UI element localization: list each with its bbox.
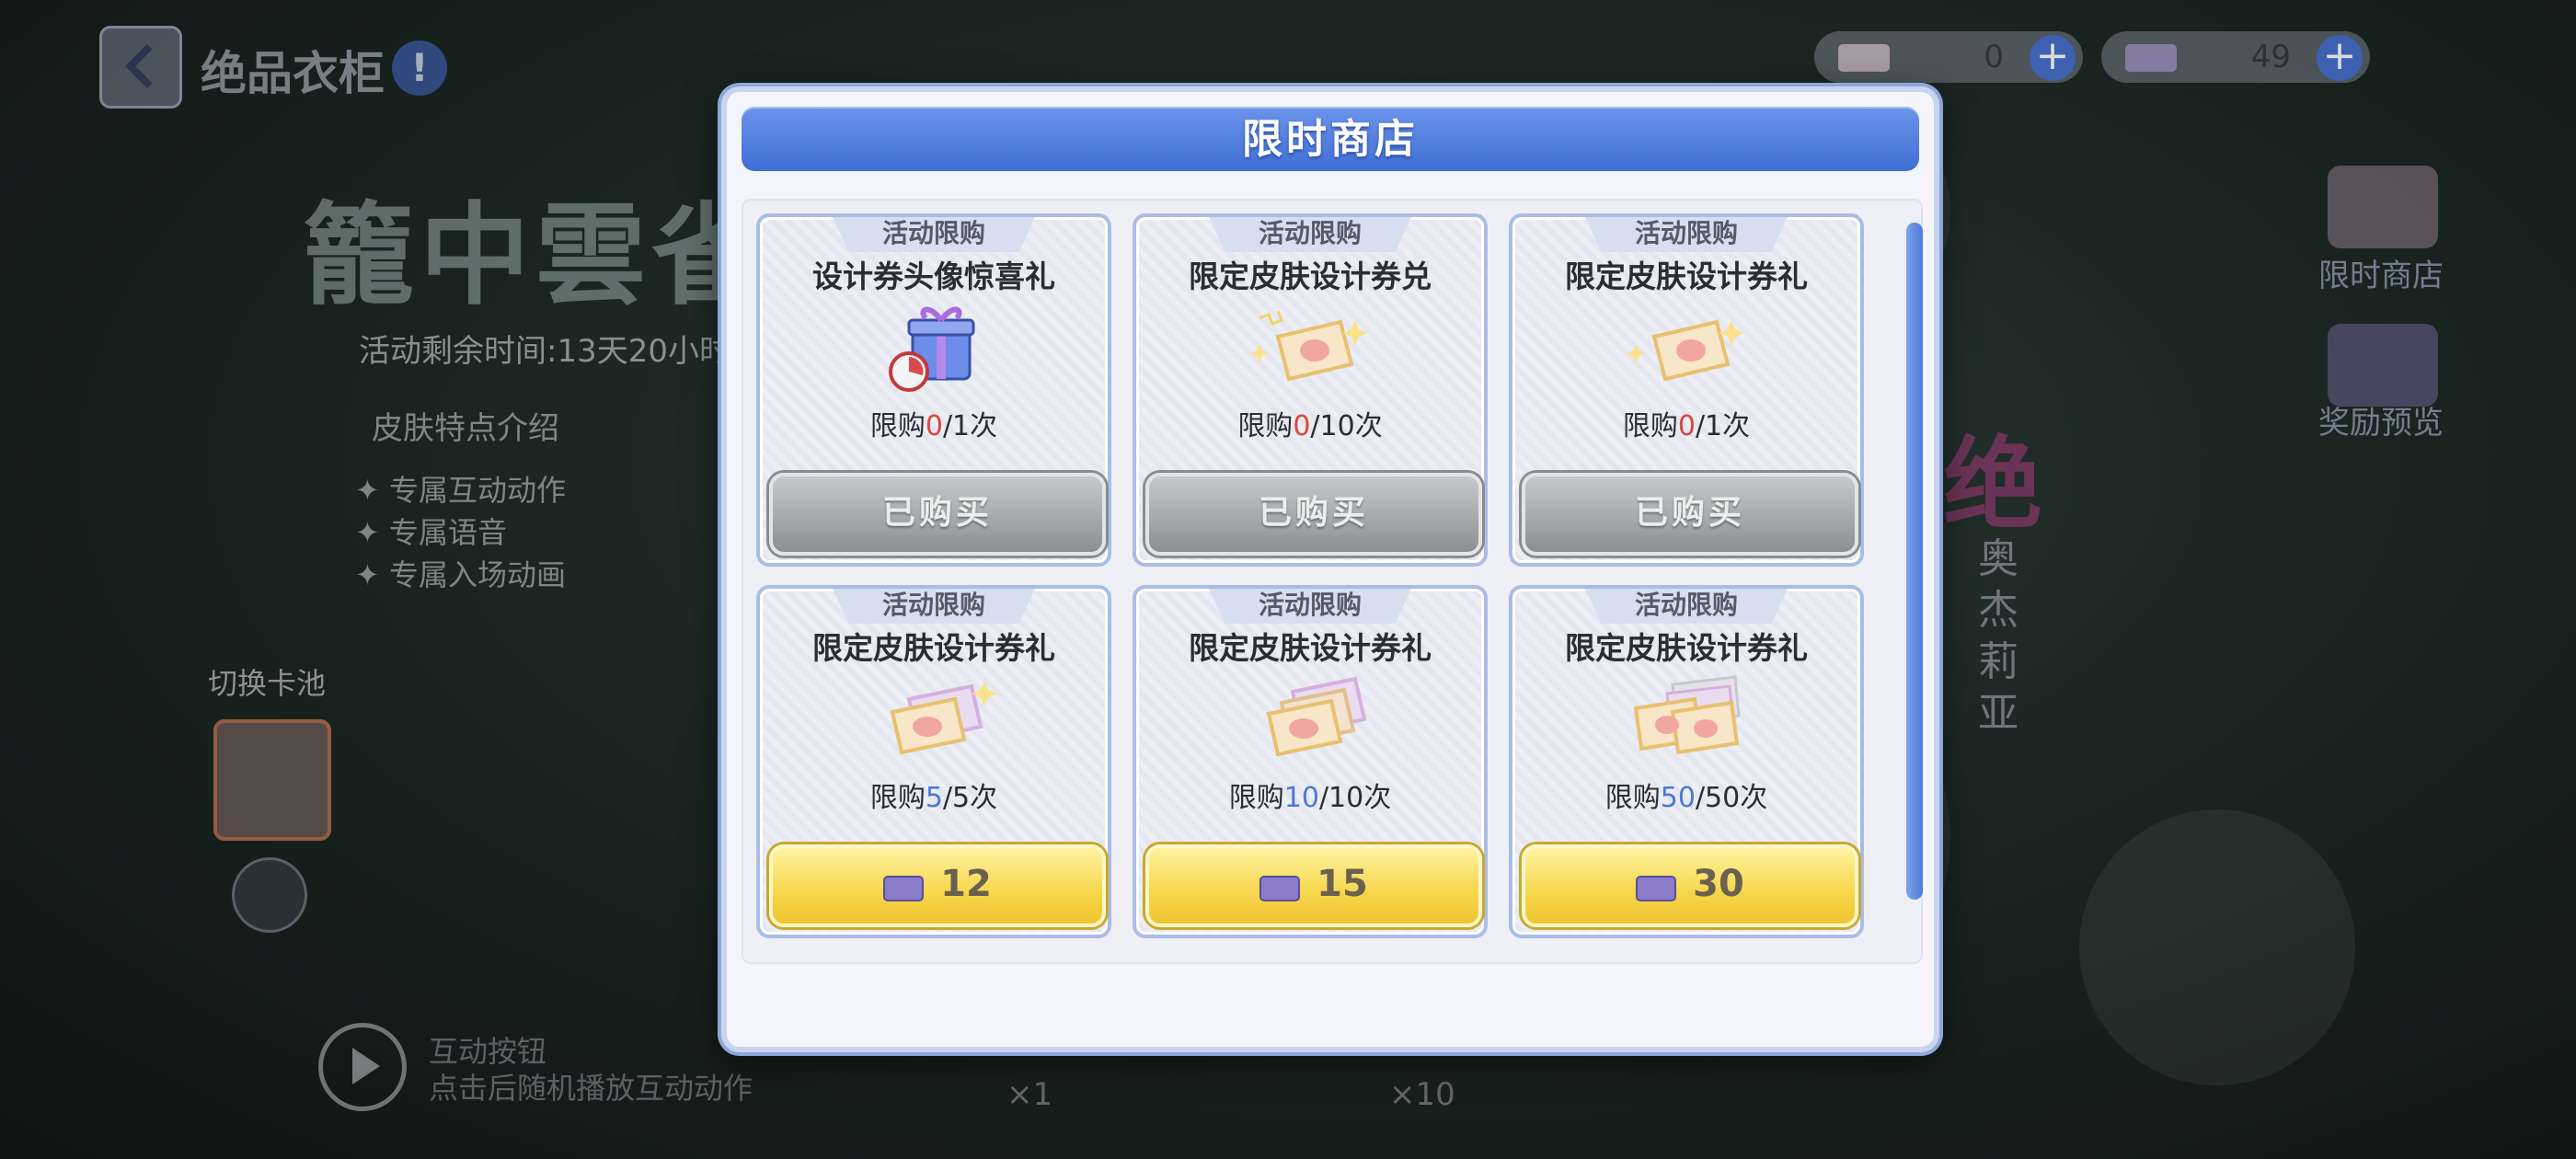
gift-box-icon	[889, 306, 975, 392]
emblem-text: 绝	[1943, 428, 2043, 543]
pool-card[interactable]	[213, 719, 331, 841]
shop-icon[interactable]	[2328, 166, 2438, 248]
purchase-limit: 限购50/50次	[1604, 782, 1768, 814]
shop-item-card: 活动限购 设计券头像惊喜礼 限购0/1次 已购买	[756, 213, 1111, 567]
switch-pool-label: 切换卡池	[208, 666, 327, 701]
ticket-icon	[883, 875, 925, 901]
feature-item: ✦ 专属互动动作	[355, 473, 566, 508]
bought-count: 0	[925, 410, 943, 442]
item-name: 限定皮肤设计券礼	[1189, 630, 1432, 666]
purchased-button: 已购买	[769, 473, 1106, 556]
add-currency-button[interactable]: +	[2030, 35, 2076, 81]
reward-preview-label[interactable]: 奖励预览	[2318, 397, 2444, 442]
limited-tag: 活动限购	[1585, 589, 1788, 624]
scrollbar-thumb[interactable]	[1906, 223, 1923, 900]
interact-hint: 点击后随机播放互动动作	[429, 1071, 753, 1106]
flower-decoration	[2079, 809, 2355, 1085]
bought-count: 0	[1293, 410, 1311, 442]
shop-label[interactable]: 限时商店	[2318, 250, 2444, 295]
draw-single-cost: ×1	[1006, 1076, 1053, 1113]
bought-count: 5	[925, 782, 943, 814]
ticket-stack-icon	[890, 681, 997, 755]
purchase-limit: 限购0/1次	[1622, 410, 1751, 442]
item-name: 限定皮肤设计券礼	[812, 630, 1055, 666]
ticket-icon	[1838, 44, 1890, 72]
refresh-icon[interactable]	[232, 857, 307, 933]
ticket-icon	[1250, 310, 1368, 382]
purchase-limit: 限购0/1次	[869, 410, 998, 442]
limited-tag: 活动限购	[1209, 589, 1411, 624]
limited-shop-dialog: 限时商店 活动限购 设计券头像惊喜礼 限购0/1次 已购买 活动限购 限定皮肤设…	[721, 86, 1939, 1052]
character-name: 奥杰莉亚	[1978, 535, 2018, 737]
currency-ticket-b: 49 +	[2101, 31, 2370, 83]
add-currency-button[interactable]: +	[2317, 35, 2363, 81]
item-name: 设计券头像惊喜礼	[812, 258, 1055, 294]
purchase-limit: 限购0/10次	[1237, 410, 1383, 442]
shop-item-card: 活动限购 限定皮肤设计券礼 限购50/50次 30	[1509, 585, 1864, 938]
limited-tag: 活动限购	[833, 217, 1035, 252]
currency-ticket-a: 0 +	[1814, 31, 2083, 83]
purchased-button: 已购买	[1522, 473, 1858, 556]
feature-item: ✦ 专属语音	[355, 515, 507, 550]
item-name: 限定皮肤设计券礼	[1565, 258, 1808, 294]
bought-count: 10	[1283, 782, 1319, 814]
ticket-icon	[2125, 44, 2177, 72]
currency-value: 0	[1984, 39, 2004, 75]
ticket-icon	[1636, 875, 1677, 901]
limited-tag: 活动限购	[1209, 217, 1411, 252]
ticket-stack-icon	[1266, 676, 1367, 757]
purchased-button: 已购买	[1145, 473, 1482, 556]
event-remaining-time: 活动剩余时间:13天20小时	[359, 333, 730, 370]
buy-button[interactable]: 15	[1145, 844, 1482, 927]
shop-item-card: 活动限购 限定皮肤设计券礼 限购0/1次 已购买	[1509, 213, 1864, 567]
bought-count: 50	[1660, 782, 1696, 814]
page-title: 绝品衣柜	[201, 47, 385, 100]
shop-item-card: 活动限购 限定皮肤设计券礼 限购10/10次 15	[1133, 585, 1488, 938]
purchase-limit: 限购10/10次	[1228, 782, 1392, 814]
info-icon[interactable]: !	[392, 40, 447, 96]
skin-logo: 籠中雲雀	[304, 190, 767, 320]
item-name: 限定皮肤设计券兑	[1189, 258, 1432, 294]
limited-tag: 活动限购	[1585, 217, 1788, 252]
reward-preview-icon[interactable]	[2328, 324, 2438, 407]
ticket-icon	[1627, 319, 1744, 382]
ticket-pile-icon	[1633, 675, 1741, 755]
feature-item: ✦ 专属入场动画	[355, 557, 566, 592]
dialog-header: 限时商店	[742, 107, 1919, 171]
shop-item-card: 活动限购 限定皮肤设计券礼 限购5/5次 12	[756, 585, 1111, 938]
buy-button[interactable]: 12	[769, 844, 1106, 927]
purchase-limit: 限购5/5次	[869, 782, 998, 814]
currency-value: 49	[2250, 39, 2291, 75]
features-title: 皮肤特点介绍	[372, 410, 559, 447]
bought-count: 0	[1677, 410, 1696, 442]
limited-tag: 活动限购	[833, 589, 1035, 624]
ticket-icon	[1259, 875, 1301, 901]
back-button[interactable]	[99, 26, 182, 109]
dialog-title: 限时商店	[1242, 116, 1419, 163]
draw-ten-cost: ×10	[1389, 1076, 1455, 1113]
buy-button[interactable]: 30	[1522, 844, 1858, 927]
shop-item-card: 活动限购 限定皮肤设计券兑 限购0/10次 已购买	[1133, 213, 1488, 567]
play-icon[interactable]	[318, 1023, 407, 1111]
item-name: 限定皮肤设计券礼	[1565, 630, 1808, 666]
